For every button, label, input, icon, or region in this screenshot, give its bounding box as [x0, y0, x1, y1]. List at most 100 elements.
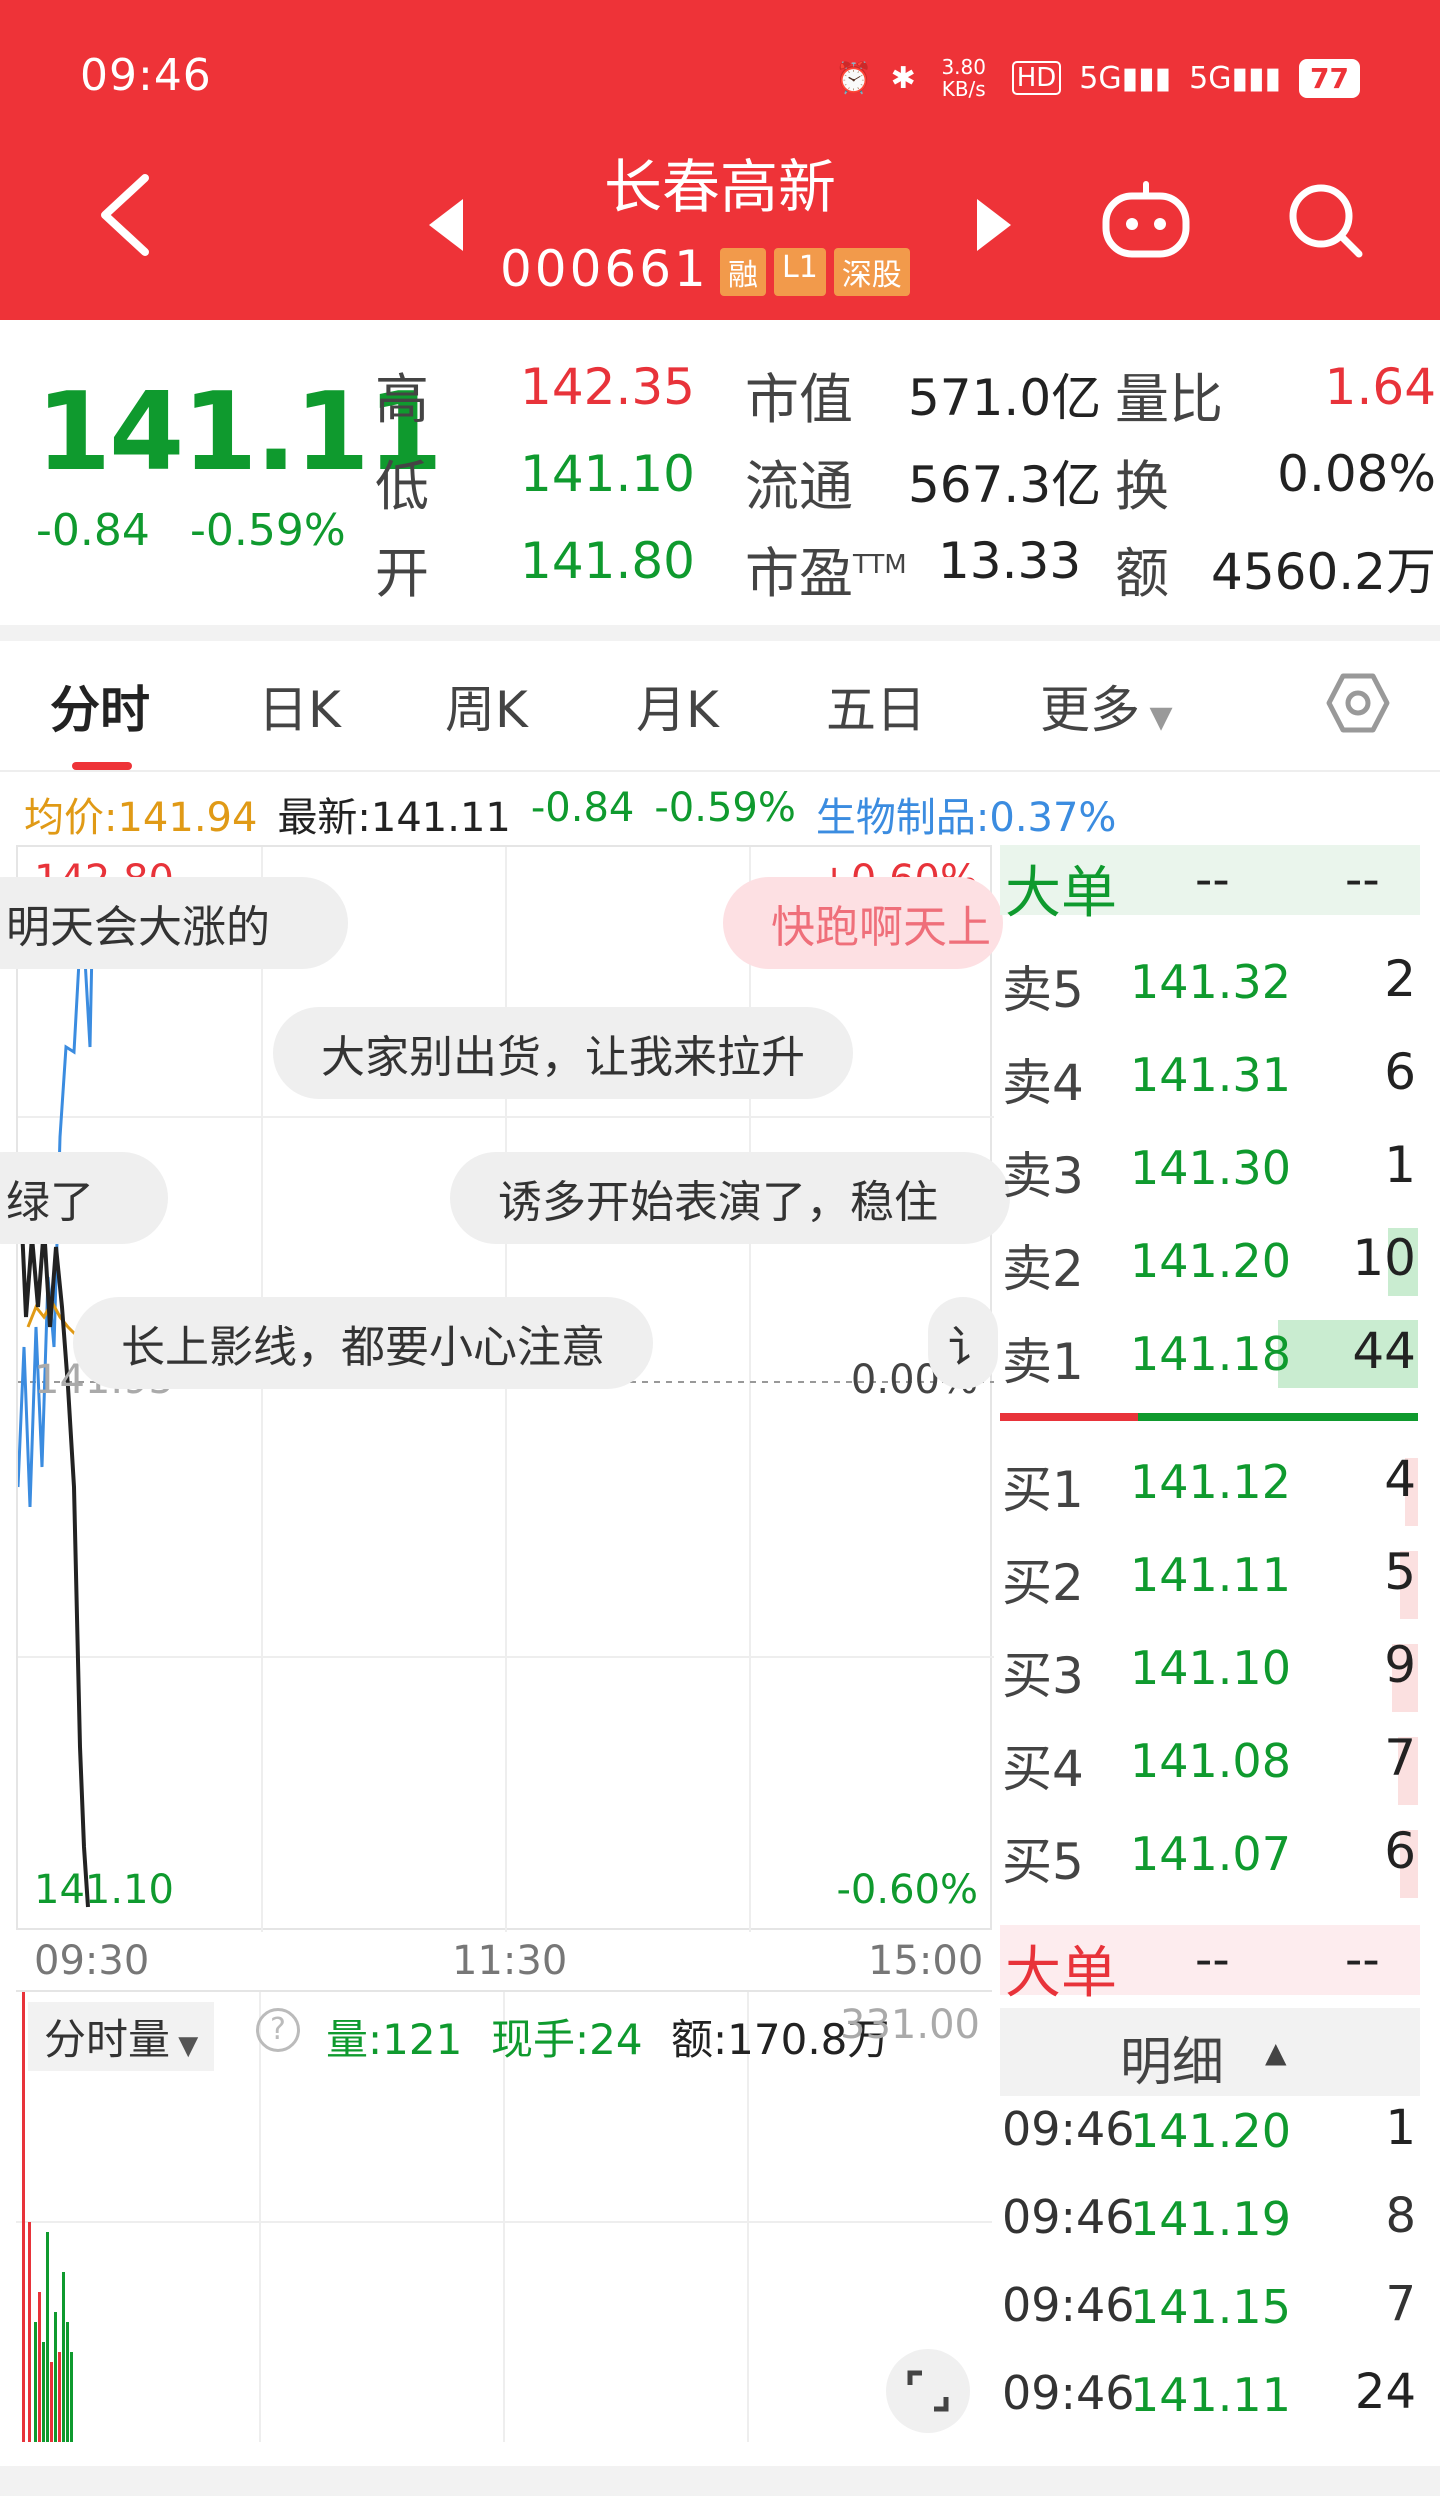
- trade-volume: 1: [1385, 2100, 1416, 2156]
- chevron-down-icon: ▼: [170, 2031, 199, 2061]
- danmaku-bubble: 绿了: [0, 1152, 168, 1244]
- sector-change: 生物制品:0.37%: [815, 795, 1117, 841]
- trade-volume: 24: [1354, 2364, 1416, 2420]
- x-label-close: 15:00: [868, 1938, 984, 1984]
- danmaku-bubble: 明天会大涨的: [0, 877, 348, 969]
- ask1-label: 卖1: [1002, 1333, 1084, 1391]
- amount-label: 额: [1115, 542, 1169, 605]
- float-value: 567.3亿: [908, 456, 1102, 514]
- next-stock-icon[interactable]: [975, 195, 1015, 255]
- bid4-label: 买4: [1002, 1740, 1084, 1798]
- turnover-label: 换: [1115, 455, 1169, 518]
- back-icon[interactable]: [90, 170, 160, 260]
- section-separator: [0, 625, 1440, 641]
- prev-stock-icon[interactable]: [425, 195, 465, 255]
- stock-name: 长春高新: [603, 153, 836, 221]
- net-speed: 3.80 KB/s: [941, 55, 986, 101]
- high-value: 142.35: [520, 358, 695, 416]
- avg-price: 均价:141.94: [24, 795, 258, 841]
- big-order-b: --: [1345, 852, 1380, 908]
- sort-up-icon[interactable]: ▲: [1265, 2036, 1287, 2069]
- bid1-volume: 4: [1384, 1450, 1416, 1508]
- trade-price: 141.19: [1130, 2192, 1291, 2246]
- ask-strength-bar: [1138, 1413, 1418, 1421]
- x-label-open: 09:30: [34, 1938, 150, 1984]
- y-bottom-left: 141.10: [34, 1867, 174, 1913]
- trade-volume: 8: [1385, 2188, 1416, 2244]
- mktcap-value: 571.0亿: [908, 369, 1102, 427]
- ask3-volume: 1: [1384, 1136, 1416, 1194]
- tag-l1: L1: [774, 248, 826, 296]
- hd-icon: HD: [1011, 61, 1062, 95]
- status-icons: ⏰ ✱ 3.80 KB/s HD 5G▮▮▮ 5G▮▮▮ 77: [835, 56, 1360, 100]
- bid2-price: 141.11: [1130, 1548, 1291, 1602]
- ask4-price: 141.31: [1130, 1048, 1291, 1102]
- open-value: 141.80: [520, 532, 695, 590]
- bid4-volume: 7: [1384, 1729, 1416, 1787]
- bid1-label: 买1: [1002, 1461, 1084, 1519]
- ask4-volume: 6: [1384, 1043, 1416, 1101]
- stock-tags: 融 L1 深股: [720, 248, 910, 296]
- bid2-volume: 5: [1384, 1543, 1416, 1601]
- volume-value: 量:121: [326, 2015, 463, 2064]
- volume-max: 331.00: [840, 2002, 980, 2048]
- pe-label: 市盈TTM: [745, 542, 907, 605]
- timeshare-chart[interactable]: 142.80 +0.60% 141.95 0.00% 141.10 -0.60%…: [0, 845, 1010, 1932]
- trade-time: 09:46: [1002, 2190, 1135, 2244]
- ask2-price: 141.20: [1130, 1234, 1291, 1288]
- search-icon[interactable]: [1285, 180, 1365, 260]
- trade-price: 141.15: [1130, 2280, 1291, 2334]
- ask5-volume: 2: [1384, 950, 1416, 1008]
- danmaku-bubble: 诱多开始表演了，稳住: [450, 1152, 1010, 1244]
- volume-selector[interactable]: 分时量 ▼: [28, 2002, 215, 2071]
- price-change-pct: -0.59%: [190, 505, 346, 556]
- trade-time: 09:46: [1002, 2278, 1135, 2332]
- low-label: 低: [375, 455, 429, 518]
- danmaku-bubble: 快跑啊天上: [723, 877, 1003, 969]
- ask1-price: 141.18: [1130, 1327, 1291, 1381]
- volratio-label: 量比: [1115, 368, 1223, 431]
- big-order-title: 大单: [1005, 861, 1117, 926]
- bluetooth-icon: ✱: [890, 60, 916, 96]
- alarm-icon: ⏰: [835, 60, 873, 96]
- big-order-2-b: --: [1345, 1932, 1380, 1988]
- turnover-value: 0.08%: [1277, 445, 1436, 503]
- trade-volume: 7: [1385, 2276, 1416, 2332]
- bid5-price: 141.07: [1130, 1827, 1291, 1881]
- battery-icon: 77: [1299, 58, 1360, 98]
- tab-daily-k[interactable]: 日K: [258, 670, 341, 742]
- robot-icon[interactable]: [1100, 180, 1192, 260]
- danmaku-bubble: 讠: [928, 1297, 998, 1389]
- fullscreen-icon[interactable]: [884, 2347, 972, 2435]
- hand-value: 现手:24: [491, 2015, 643, 2064]
- bid1-price: 141.12: [1130, 1455, 1291, 1509]
- tab-timeshare[interactable]: 分时: [50, 670, 150, 742]
- tag-margin: 融: [720, 248, 766, 296]
- x-label-noon: 11:30: [452, 1938, 568, 1984]
- bottom-bar: [0, 2466, 1440, 2496]
- bid3-volume: 9: [1384, 1636, 1416, 1694]
- tab-monthly-k[interactable]: 月K: [636, 670, 719, 742]
- danmaku-bubble: 长上影线，都要小心注意: [73, 1297, 653, 1389]
- help-icon[interactable]: ?: [256, 2008, 300, 2052]
- tab-five-day[interactable]: 五日: [826, 670, 926, 742]
- tag-shenzhen: 深股: [833, 248, 910, 296]
- ask3-label: 卖3: [1002, 1147, 1084, 1205]
- tab-divider: [0, 770, 1440, 772]
- bid3-price: 141.10: [1130, 1641, 1291, 1695]
- volume-panel[interactable]: 分时量 ▼ ? 量:121 现手:24 额:170.8万 331.00: [16, 1990, 992, 2442]
- ask2-volume: 10: [1352, 1229, 1416, 1287]
- settings-hex-icon[interactable]: [1325, 670, 1391, 736]
- ask1-volume: 44: [1352, 1322, 1416, 1380]
- active-tab-indicator: [72, 762, 132, 770]
- chart-info-line: 均价:141.94 最新:141.11 -0.84 -0.59% 生物制品:0.…: [24, 785, 1116, 843]
- tab-more[interactable]: 更多 ▼: [1040, 670, 1173, 742]
- detail-title[interactable]: 明细: [1120, 2020, 1224, 2095]
- tab-weekly-k[interactable]: 周K: [445, 670, 528, 742]
- ask2-label: 卖2: [1002, 1240, 1084, 1298]
- bid5-label: 买5: [1002, 1833, 1084, 1891]
- trade-price: 141.11: [1130, 2368, 1291, 2422]
- pe-value: 13.33: [938, 532, 1082, 590]
- chevron-down-icon: ▼: [1140, 700, 1173, 735]
- price-change: -0.84: [36, 505, 150, 556]
